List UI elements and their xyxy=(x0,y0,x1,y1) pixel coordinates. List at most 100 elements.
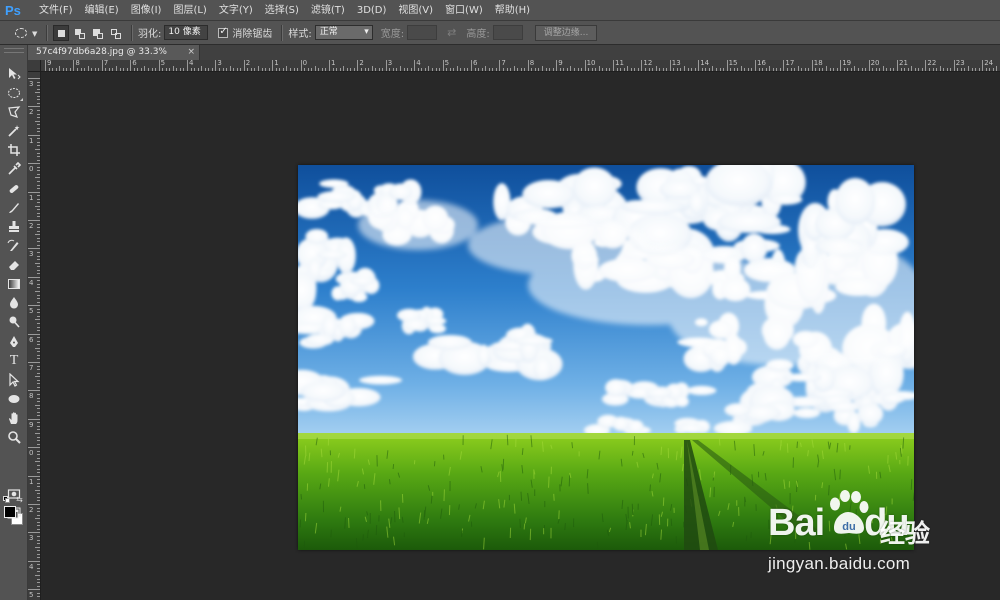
vertical-ruler[interactable]: 3 2 1 0 1 2 3 4 5 6 7 8 9 0 1 2 3 4 5 xyxy=(28,72,41,600)
toolbox-grip[interactable] xyxy=(4,48,24,53)
ruler-subtick xyxy=(37,173,40,175)
ruler-subtick xyxy=(37,202,40,204)
crop-icon xyxy=(8,144,20,156)
intersect-selection-button[interactable] xyxy=(107,25,123,41)
history-brush-tool[interactable] xyxy=(4,237,24,255)
menu-item[interactable]: 图像(I) xyxy=(125,0,168,21)
healing-brush-tool[interactable] xyxy=(4,180,24,198)
ruler-subtick xyxy=(907,68,909,71)
ruler-subtick xyxy=(605,68,607,71)
add-to-selection-button[interactable] xyxy=(71,25,87,41)
ruler-subtick xyxy=(623,68,625,71)
quick-mask-button[interactable] xyxy=(4,485,24,503)
height-input[interactable] xyxy=(492,25,523,40)
ruler-subtick xyxy=(872,68,874,71)
ruler-subtick xyxy=(133,68,135,71)
feather-label: 羽化: xyxy=(138,29,162,40)
ruler-subtick xyxy=(275,68,277,71)
style-select[interactable]: 正常 xyxy=(314,25,373,40)
menu-item[interactable]: 文字(Y) xyxy=(213,0,259,21)
ruler-tick xyxy=(357,60,359,71)
ruler-subtick xyxy=(850,68,852,71)
ruler-subtick xyxy=(790,68,792,71)
ruler-subtick xyxy=(37,294,40,296)
type-tool[interactable]: T xyxy=(4,352,24,370)
ruler-subtick xyxy=(37,578,40,580)
toolbox: T ⇆ xyxy=(0,45,28,600)
menu-item[interactable]: 视图(V) xyxy=(392,0,439,21)
ruler-subtick xyxy=(37,429,40,431)
eraser-tool[interactable] xyxy=(4,256,24,274)
ruler-subtick xyxy=(37,539,40,541)
width-input[interactable] xyxy=(407,25,438,40)
pen-tool[interactable] xyxy=(4,333,24,351)
ruler-tick xyxy=(669,60,671,71)
ruler-subtick xyxy=(485,66,487,71)
ruler-subtick xyxy=(37,337,40,339)
ruler-subtick xyxy=(705,68,707,71)
ruler-subtick xyxy=(936,68,938,71)
ruler-tick xyxy=(840,60,842,71)
quick-selection-tool[interactable] xyxy=(4,122,24,140)
refine-edge-button[interactable]: 调整边缘... xyxy=(534,24,598,41)
ruler-subtick xyxy=(534,68,536,71)
ruler-subtick xyxy=(204,68,206,71)
ruler-subtick xyxy=(37,464,40,466)
ruler-origin[interactable] xyxy=(28,60,41,72)
menu-item[interactable]: 帮助(H) xyxy=(489,0,536,21)
move-tool[interactable] xyxy=(4,65,24,83)
dodge-tool[interactable] xyxy=(4,313,24,331)
menu-item[interactable]: 编辑(E) xyxy=(79,0,125,21)
ruler-subtick xyxy=(435,68,437,71)
ruler-label: 8 xyxy=(29,392,34,401)
document-tab[interactable]: 57c4f97db6a28.jpg @ 33.3%(RGB/8) × xyxy=(28,45,200,72)
menu-item[interactable]: 滤镜(T) xyxy=(305,0,351,21)
menu-item[interactable]: 窗口(W) xyxy=(439,0,489,21)
ruler-label: 10 xyxy=(586,60,596,67)
clone-stamp-tool[interactable] xyxy=(4,218,24,236)
gradient-tool[interactable] xyxy=(4,275,24,293)
eyedropper-tool[interactable] xyxy=(4,160,24,178)
ruler-subtick xyxy=(37,450,40,452)
magic-wand-icon xyxy=(8,125,20,137)
menu-item[interactable]: 3D(D) xyxy=(351,0,393,21)
antialias-checkbox[interactable] xyxy=(218,26,229,38)
ruler-label: 9 xyxy=(29,420,34,429)
brush-tool[interactable] xyxy=(4,199,24,217)
swap-dimensions-icon[interactable]: ⇄ xyxy=(447,26,456,39)
menu-item[interactable]: 图层(L) xyxy=(167,0,212,21)
ruler-subtick xyxy=(35,205,40,207)
ruler-subtick xyxy=(37,283,40,285)
foreground-color-swatch[interactable] xyxy=(4,506,16,518)
ruler-tick xyxy=(442,60,444,71)
menu-item[interactable]: 文件(F) xyxy=(33,0,79,21)
lasso-tool[interactable] xyxy=(4,103,24,121)
hand-tool[interactable] xyxy=(4,409,24,427)
tool-preset-picker[interactable]: ▼ xyxy=(12,24,40,42)
new-selection-button[interactable] xyxy=(53,24,69,41)
ruler-label: 6 xyxy=(132,60,137,67)
horizontal-ruler[interactable]: 9 8 7 6 5 4 3 2 1 0 1 2 3 4 5 6 7 8 9 10 11 12 13 14 15 16 17 18 19 2… xyxy=(41,60,1000,72)
zoom-tool[interactable] xyxy=(4,428,24,446)
ruler-subtick xyxy=(400,66,401,71)
ruler-subtick xyxy=(162,68,164,71)
close-icon[interactable]: × xyxy=(187,45,195,60)
ruler-subtick xyxy=(37,184,40,186)
ruler-subtick xyxy=(37,212,40,214)
elliptical-marquee-tool[interactable] xyxy=(4,84,24,102)
path-selection-tool[interactable] xyxy=(4,371,24,389)
ruler-subtick xyxy=(37,95,40,97)
ruler-label: 8 xyxy=(75,60,80,67)
ruler-subtick xyxy=(37,81,40,83)
ruler-subtick xyxy=(325,68,327,71)
ruler-subtick xyxy=(155,68,157,71)
ruler-subtick xyxy=(37,141,40,143)
ellipse-tool[interactable] xyxy=(4,390,24,408)
magnifier-icon xyxy=(8,431,21,444)
feather-input[interactable]: 10 像素 xyxy=(164,25,209,40)
menu-item[interactable]: 选择(S) xyxy=(259,0,305,21)
crop-tool[interactable] xyxy=(4,141,24,159)
ruler-label: 19 xyxy=(842,60,852,67)
subtract-from-selection-button[interactable] xyxy=(89,25,105,41)
blur-tool[interactable] xyxy=(4,294,24,312)
